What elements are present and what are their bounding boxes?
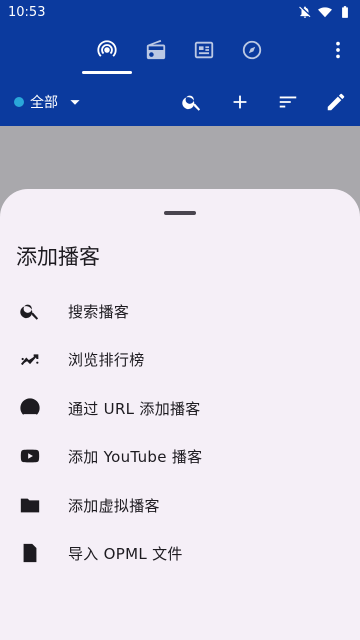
menu-item-label: 搜索播客 [68, 302, 130, 321]
tab-row [0, 24, 360, 76]
status-bar: 10:53 [0, 0, 360, 24]
menu-item-label: 添加虚拟播客 [68, 496, 160, 515]
tab-radio[interactable] [136, 36, 176, 64]
filter-color-dot [14, 97, 24, 107]
wifi-icon [318, 7, 332, 18]
menu-item-add-virtual[interactable]: 添加虚拟播客 [0, 481, 360, 529]
youtube-icon [18, 444, 42, 468]
filter-dropdown[interactable]: 全部 [14, 90, 86, 114]
add-podcast-bottom-sheet: 添加播客 搜索播客 浏览排行榜 通过 URL 添加播客 添加 YouTube 播… [0, 189, 360, 640]
folder-add-icon [18, 493, 42, 517]
tab-podcasts[interactable] [87, 36, 127, 64]
toolbar: 全部 [0, 86, 360, 118]
menu-item-label: 导入 OPML 文件 [68, 544, 183, 563]
notifications-off-icon [299, 6, 311, 18]
tab-news[interactable] [184, 36, 224, 64]
edit-icon [327, 93, 345, 111]
radio-icon [146, 39, 166, 60]
status-icons [298, 5, 352, 19]
sheet-title: 添加播客 [16, 245, 100, 269]
add-icon [233, 95, 247, 109]
sort-button[interactable] [276, 90, 300, 114]
menu-item-label: 浏览排行榜 [68, 350, 145, 369]
menu-item-add-by-url[interactable]: 通过 URL 添加播客 [0, 384, 360, 432]
menu-item-search-podcasts[interactable]: 搜索播客 [0, 287, 360, 335]
drag-handle[interactable] [164, 211, 196, 215]
search-icon [182, 95, 201, 111]
filter-label: 全部 [30, 95, 58, 111]
newspaper-icon [194, 41, 214, 59]
podcast-icon [18, 396, 42, 420]
app-bar: 全部 [0, 24, 360, 126]
selected-tab-indicator [82, 71, 132, 74]
trending-icon [18, 347, 42, 371]
battery-icon [342, 6, 348, 18]
edit-button[interactable] [324, 90, 348, 114]
compass-icon [242, 40, 262, 60]
overflow-menu-button[interactable] [326, 38, 350, 62]
menu-item-import-opml[interactable]: 导入 OPML 文件 [0, 529, 360, 577]
search-button[interactable] [180, 90, 204, 114]
menu-item-add-youtube[interactable]: 添加 YouTube 播客 [0, 432, 360, 480]
menu-item-label: 添加 YouTube 播客 [68, 447, 203, 466]
podcast-icon [97, 40, 117, 57]
menu-item-label: 通过 URL 添加播客 [68, 399, 201, 418]
sort-icon [279, 96, 297, 108]
search-icon [18, 299, 42, 323]
more-vert-icon [336, 41, 340, 59]
add-button[interactable] [228, 90, 252, 114]
tab-explore[interactable] [232, 36, 272, 64]
status-time: 10:53 [8, 4, 46, 20]
menu-item-browse-charts[interactable]: 浏览排行榜 [0, 335, 360, 383]
dropdown-arrow-icon [70, 100, 80, 105]
file-code-icon [18, 541, 42, 565]
